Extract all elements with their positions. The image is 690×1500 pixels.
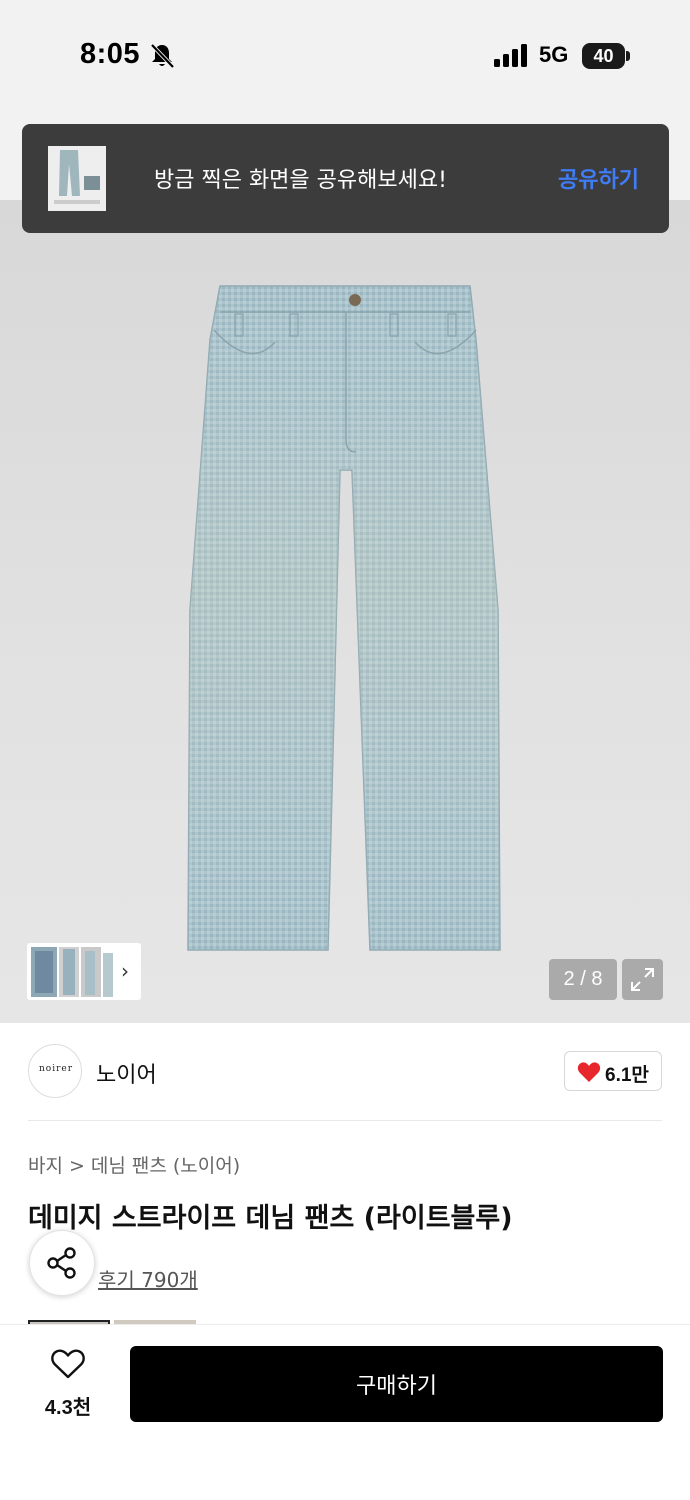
screenshot-thumbnail[interactable] bbox=[48, 146, 106, 211]
toast-message: 방금 찍은 화면을 공유해보세요! bbox=[154, 168, 447, 193]
bottom-action-bar: 4.3천 구매하기 bbox=[0, 1324, 690, 1500]
breadcrumb: 바지 > 데님 팬츠 (노이어) bbox=[28, 1151, 240, 1178]
brand-name[interactable]: 노이어 bbox=[96, 1057, 157, 1089]
breadcrumb-item-denim[interactable]: 데님 팬츠 (노이어) bbox=[91, 1155, 240, 1177]
battery-level: 40 bbox=[593, 46, 614, 66]
toast-share-button[interactable]: 공유하기 bbox=[558, 162, 639, 194]
thumbnail-images bbox=[31, 947, 113, 997]
network-type: 5G bbox=[539, 42, 569, 67]
breadcrumb-item-pants[interactable]: 바지 bbox=[28, 1155, 63, 1177]
chevron-right-icon: › bbox=[121, 959, 129, 983]
signal-icon bbox=[494, 44, 527, 67]
heart-outline-icon bbox=[51, 1349, 85, 1379]
breadcrumb-separator: > bbox=[68, 1155, 85, 1177]
review-link[interactable]: 후기 790개 bbox=[98, 1264, 198, 1293]
brand-logo-text: noirer bbox=[38, 1064, 74, 1074]
divider bbox=[28, 1120, 662, 1121]
product-photo-jeans bbox=[187, 285, 501, 951]
product-title: 데미지 스트라이프 데님 팬츠 (라이트블루) bbox=[28, 1203, 513, 1234]
buy-button[interactable]: 구매하기 bbox=[130, 1346, 663, 1422]
thumbnail-strip[interactable]: › bbox=[27, 943, 141, 1000]
bell-off-icon bbox=[150, 43, 175, 69]
screenshot-share-toast: 방금 찍은 화면을 공유해보세요! 공유하기 bbox=[22, 124, 669, 233]
expand-icon bbox=[631, 968, 654, 991]
product-detail-page: 8:05 5G 40 방금 찍은 화면을 공유해보세요! 공유하기 › 2 / … bbox=[0, 0, 690, 1500]
heart-filled-icon bbox=[577, 1062, 601, 1082]
image-counter: 2 / 8 bbox=[549, 959, 617, 1000]
brand-logo[interactable]: noirer bbox=[28, 1044, 82, 1098]
share-button[interactable] bbox=[29, 1230, 95, 1296]
status-time: 8:05 bbox=[80, 38, 141, 70]
share-icon bbox=[47, 1247, 76, 1279]
wishlist-button[interactable]: 4.3천 bbox=[30, 1349, 106, 1429]
brand-like-count: 6.1만 bbox=[605, 1065, 649, 1086]
expand-button[interactable] bbox=[622, 959, 663, 1000]
battery-icon: 40 bbox=[582, 43, 630, 69]
product-image-gallery[interactable] bbox=[0, 200, 690, 1023]
brand-like-button[interactable]: 6.1만 bbox=[564, 1051, 662, 1091]
wishlist-count: 4.3천 bbox=[44, 1397, 92, 1419]
